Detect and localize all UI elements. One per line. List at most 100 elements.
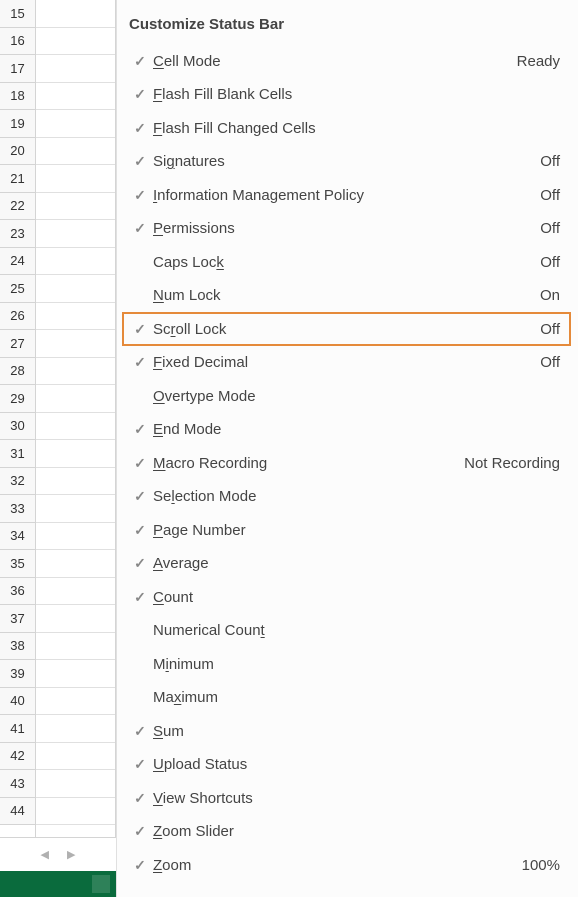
menu-item-value: 100%: [522, 857, 566, 874]
menu-item-end-mode[interactable]: ✓End Mode: [123, 414, 570, 446]
grid-cell[interactable]: [36, 220, 115, 248]
grid-cell[interactable]: [36, 550, 115, 578]
grid-cell[interactable]: [36, 55, 115, 83]
checkmark-icon: ✓: [127, 120, 153, 137]
grid-cell[interactable]: [36, 660, 115, 688]
menu-item-label: Macro Recording: [153, 455, 464, 472]
row-header[interactable]: 20: [0, 138, 35, 166]
grid-cell[interactable]: [36, 523, 115, 551]
row-header[interactable]: 15: [0, 0, 35, 28]
grid-cell[interactable]: [36, 605, 115, 633]
grid-cell[interactable]: [36, 468, 115, 496]
row-header[interactable]: 40: [0, 688, 35, 716]
row-header[interactable]: 25: [0, 275, 35, 303]
menu-item-signatures[interactable]: ✓SignaturesOff: [123, 146, 570, 178]
menu-item-value: Off: [540, 354, 566, 371]
menu-item-flash-fill-changed-cells[interactable]: ✓Flash Fill Changed Cells: [123, 112, 570, 144]
row-header[interactable]: 27: [0, 330, 35, 358]
menu-item-num-lock[interactable]: Num LockOn: [123, 280, 570, 312]
row-header[interactable]: 19: [0, 110, 35, 138]
menu-item-page-number[interactable]: ✓Page Number: [123, 514, 570, 546]
menu-item-average[interactable]: ✓Average: [123, 548, 570, 580]
menu-item-information-management-policy[interactable]: ✓Information Management PolicyOff: [123, 179, 570, 211]
menu-item-label: Average: [153, 555, 560, 572]
menu-item-fixed-decimal[interactable]: ✓Fixed DecimalOff: [123, 347, 570, 379]
grid-cell[interactable]: [36, 688, 115, 716]
menu-item-label: Flash Fill Blank Cells: [153, 86, 560, 103]
menu-item-flash-fill-blank-cells[interactable]: ✓Flash Fill Blank Cells: [123, 79, 570, 111]
row-header[interactable]: 16: [0, 28, 35, 56]
menu-item-count[interactable]: ✓Count: [123, 581, 570, 613]
menu-item-zoom[interactable]: ✓Zoom100%: [123, 849, 570, 881]
row-header[interactable]: 34: [0, 523, 35, 551]
menu-item-cell-mode[interactable]: ✓Cell ModeReady: [123, 45, 570, 77]
menu-item-selection-mode[interactable]: ✓Selection Mode: [123, 481, 570, 513]
grid-cell[interactable]: [36, 138, 115, 166]
row-header[interactable]: 35: [0, 550, 35, 578]
row-header[interactable]: 41: [0, 715, 35, 743]
grid-cell[interactable]: [36, 248, 115, 276]
grid-cell[interactable]: [36, 83, 115, 111]
row-header[interactable]: 37: [0, 605, 35, 633]
row-header[interactable]: 22: [0, 193, 35, 221]
grid-cell[interactable]: [36, 578, 115, 606]
menu-item-view-shortcuts[interactable]: ✓View Shortcuts: [123, 782, 570, 814]
menu-item-upload-status[interactable]: ✓Upload Status: [123, 749, 570, 781]
grid-cell[interactable]: [36, 28, 115, 56]
menu-item-macro-recording[interactable]: ✓Macro RecordingNot Recording: [123, 447, 570, 479]
row-header[interactable]: 38: [0, 633, 35, 661]
menu-item-minimum[interactable]: Minimum: [123, 648, 570, 680]
grid-cell[interactable]: [36, 193, 115, 221]
grid-cell[interactable]: [36, 385, 115, 413]
menu-item-label: Num Lock: [153, 287, 540, 304]
row-header[interactable]: 18: [0, 83, 35, 111]
grid-cell[interactable]: [36, 743, 115, 771]
grid-cell[interactable]: [36, 715, 115, 743]
row-header[interactable]: 36: [0, 578, 35, 606]
checkmark-icon: ✓: [127, 53, 153, 70]
row-header[interactable]: 32: [0, 468, 35, 496]
row-header[interactable]: 42: [0, 743, 35, 771]
grid-cell[interactable]: [36, 165, 115, 193]
checkmark-icon: ✓: [127, 790, 153, 807]
menu-item-caps-lock[interactable]: Caps LockOff: [123, 246, 570, 278]
grid-cell[interactable]: [36, 440, 115, 468]
row-header[interactable]: 26: [0, 303, 35, 331]
row-header[interactable]: 44: [0, 798, 35, 826]
grid-cell[interactable]: [36, 330, 115, 358]
grid-cell[interactable]: [36, 770, 115, 798]
row-header[interactable]: 17: [0, 55, 35, 83]
sheet-next-icon[interactable]: ▶: [67, 848, 75, 861]
row-header[interactable]: 24: [0, 248, 35, 276]
menu-item-permissions[interactable]: ✓PermissionsOff: [123, 213, 570, 245]
grid-cell[interactable]: [36, 303, 115, 331]
grid-cell[interactable]: [36, 275, 115, 303]
menu-item-numerical-count[interactable]: Numerical Count: [123, 615, 570, 647]
menu-item-overtype-mode[interactable]: Overtype Mode: [123, 380, 570, 412]
menu-item-sum[interactable]: ✓Sum: [123, 715, 570, 747]
row-header[interactable]: 43: [0, 770, 35, 798]
row-header[interactable]: 31: [0, 440, 35, 468]
grid-cell[interactable]: [36, 413, 115, 441]
row-header[interactable]: 23: [0, 220, 35, 248]
sheet-prev-icon[interactable]: ◀: [41, 848, 49, 861]
row-header[interactable]: 30: [0, 413, 35, 441]
menu-item-label: Minimum: [153, 656, 560, 673]
row-header[interactable]: 29: [0, 385, 35, 413]
row-header[interactable]: 28: [0, 358, 35, 386]
row-header[interactable]: 21: [0, 165, 35, 193]
menu-item-zoom-slider[interactable]: ✓Zoom Slider: [123, 816, 570, 848]
grid-cell[interactable]: [36, 0, 115, 28]
row-header[interactable]: 33: [0, 495, 35, 523]
grid-cell[interactable]: [36, 798, 115, 826]
grid-cell[interactable]: [36, 358, 115, 386]
menu-item-scroll-lock[interactable]: ✓Scroll LockOff: [123, 313, 570, 345]
status-bar-record-icon[interactable]: [92, 875, 110, 893]
menu-item-label: Cell Mode: [153, 53, 517, 70]
grid-cell[interactable]: [36, 633, 115, 661]
workspace: 1516171819202122232425262728293031323334…: [0, 0, 578, 897]
row-header[interactable]: 39: [0, 660, 35, 688]
menu-item-maximum[interactable]: Maximum: [123, 682, 570, 714]
grid-cell[interactable]: [36, 110, 115, 138]
grid-cell[interactable]: [36, 495, 115, 523]
